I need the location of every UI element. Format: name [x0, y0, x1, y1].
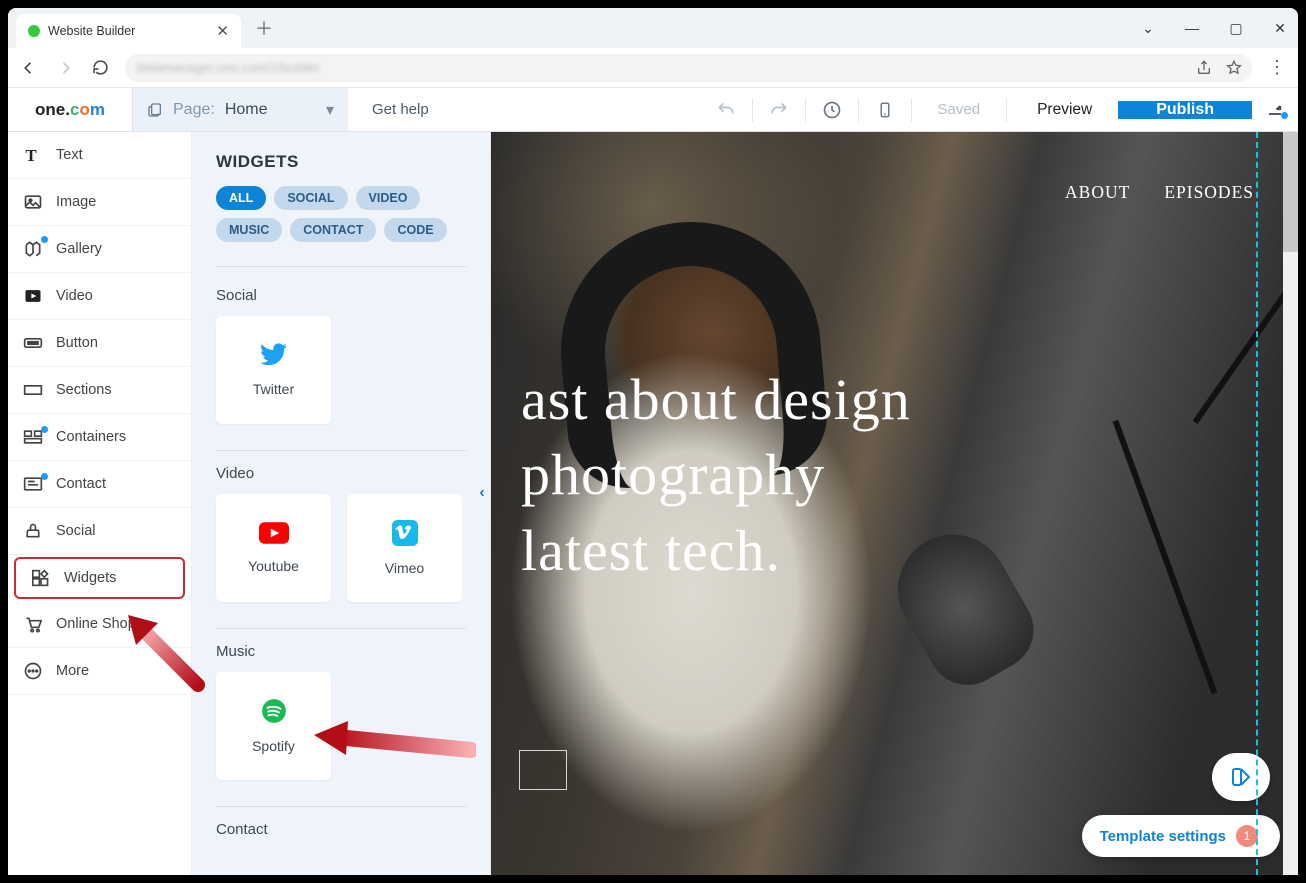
vimeo-icon	[392, 520, 418, 546]
shop-icon	[22, 615, 44, 633]
brand-logo[interactable]: one.com	[8, 88, 133, 131]
rail-widgets[interactable]: Widgets	[14, 557, 185, 599]
share-icon[interactable]	[1196, 60, 1212, 76]
save-status: Saved	[916, 101, 1003, 118]
favicon-icon	[28, 25, 40, 37]
template-settings-button[interactable]: Template settings 1	[1082, 815, 1280, 857]
rail-gallery[interactable]: Gallery	[8, 226, 191, 273]
new-tab-button[interactable]: ＋	[255, 15, 273, 41]
caret-down-icon: ▾	[326, 100, 334, 120]
close-tab-icon[interactable]: ✕	[216, 22, 229, 40]
rail-video[interactable]: Video	[8, 273, 191, 320]
widget-vimeo[interactable]: Vimeo	[347, 494, 462, 602]
layout-guide-line	[1256, 132, 1258, 875]
text-icon: T	[22, 145, 44, 165]
browser-menu-icon[interactable]: ⋮	[1268, 57, 1286, 78]
address-bar[interactable]: betamanager.one.com/1/builder	[125, 54, 1252, 82]
minimize-icon[interactable]: ―	[1182, 20, 1202, 36]
preview-button[interactable]: Preview	[1011, 101, 1118, 119]
left-rail: T Text Image Gallery Video Button Sec	[8, 132, 192, 875]
containers-icon	[22, 429, 44, 445]
sidebar-toggle-button[interactable]	[1252, 102, 1298, 118]
close-window-icon[interactable]: ✕	[1270, 20, 1290, 37]
filter-video[interactable]: VIDEO	[356, 186, 421, 210]
template-badge: 1	[1236, 825, 1258, 847]
filter-contact[interactable]: CONTACT	[290, 218, 376, 242]
tab-title: Website Builder	[48, 24, 135, 38]
widget-youtube[interactable]: Youtube	[216, 494, 331, 602]
widgets-panel: WIDGETS ALL SOCIAL VIDEO MUSIC CONTACT C…	[192, 132, 491, 875]
filter-all[interactable]: ALL	[216, 186, 266, 210]
rail-sections[interactable]: Sections	[8, 367, 191, 414]
sections-icon	[22, 383, 44, 397]
hero-cta-outline[interactable]	[519, 750, 567, 790]
youtube-icon	[259, 522, 289, 544]
contact-icon	[22, 476, 44, 492]
maximize-icon[interactable]: ▢	[1226, 20, 1246, 37]
site-nav: ABOUT EPISODES	[1065, 182, 1254, 203]
browser-urlbar: betamanager.one.com/1/builder ⋮	[8, 48, 1298, 88]
editor-canvas[interactable]: ABOUT EPISODES ast about design photogra…	[491, 132, 1298, 875]
app-toolbar: one.com Page: Home ▾ Get help	[8, 88, 1298, 132]
widget-twitter[interactable]: Twitter	[216, 316, 331, 424]
window-controls: ⌄ ― ▢ ✕	[1138, 8, 1290, 48]
publish-button[interactable]: Publish	[1118, 101, 1252, 119]
rail-containers[interactable]: Containers	[8, 414, 191, 461]
browser-tab[interactable]: Website Builder ✕	[16, 14, 241, 48]
category-social-label: Social	[216, 287, 466, 304]
svg-text:T: T	[26, 146, 37, 165]
video-icon	[22, 286, 44, 306]
redo-button[interactable]	[757, 88, 801, 132]
collapse-panel-icon[interactable]: ‹	[473, 480, 491, 506]
url-text: betamanager.one.com/1/builder	[137, 60, 320, 75]
more-icon	[22, 661, 44, 681]
notification-dot-icon	[1281, 112, 1288, 119]
page-selector[interactable]: Page: Home ▾	[133, 88, 348, 131]
hero-heading[interactable]: ast about design photography latest tech…	[521, 362, 1278, 588]
page-name: Home	[225, 101, 268, 119]
filter-social[interactable]: SOCIAL	[274, 186, 347, 210]
get-help-link[interactable]: Get help	[348, 88, 668, 131]
filter-music[interactable]: MUSIC	[216, 218, 282, 242]
page-prefix: Page:	[173, 101, 215, 119]
button-icon	[22, 336, 44, 350]
palette-icon	[1229, 765, 1253, 789]
undo-button[interactable]	[704, 88, 748, 132]
category-music-label: Music	[216, 643, 466, 660]
rail-button[interactable]: Button	[8, 320, 191, 367]
history-button[interactable]	[810, 88, 854, 132]
window-titlebar: Website Builder ✕ ＋ ⌄ ― ▢ ✕	[8, 8, 1298, 48]
rail-more[interactable]: More	[8, 648, 191, 695]
scrollbar[interactable]	[1283, 132, 1298, 875]
nav-about[interactable]: ABOUT	[1065, 182, 1130, 203]
image-icon	[22, 192, 44, 212]
category-contact-label: Contact	[216, 821, 466, 838]
chevron-down-icon[interactable]: ⌄	[1138, 20, 1158, 37]
back-icon[interactable]	[20, 59, 38, 77]
rail-online-shop[interactable]: Online Shop	[8, 601, 191, 648]
theme-fab-button[interactable]	[1212, 753, 1270, 801]
mobile-view-button[interactable]	[863, 88, 907, 132]
rail-image[interactable]: Image	[8, 179, 191, 226]
widgets-icon	[30, 569, 52, 587]
forward-icon	[56, 59, 74, 77]
rail-text[interactable]: T Text	[8, 132, 191, 179]
reload-icon[interactable]	[92, 59, 109, 76]
social-icon	[22, 522, 44, 540]
category-video-label: Video	[216, 465, 466, 482]
widgets-title: WIDGETS	[216, 152, 466, 172]
twitter-icon	[260, 343, 288, 367]
bookmark-star-icon[interactable]	[1226, 60, 1242, 76]
gallery-icon	[22, 239, 44, 259]
nav-episodes[interactable]: EPISODES	[1164, 182, 1254, 203]
widget-filter-chips: ALL SOCIAL VIDEO MUSIC CONTACT CODE	[216, 186, 466, 267]
rail-contact[interactable]: Contact	[8, 461, 191, 508]
filter-code[interactable]: CODE	[384, 218, 446, 242]
widget-spotify[interactable]: Spotify	[216, 672, 331, 780]
rail-social[interactable]: Social	[8, 508, 191, 555]
spotify-icon	[261, 698, 287, 724]
pages-icon	[147, 102, 163, 118]
